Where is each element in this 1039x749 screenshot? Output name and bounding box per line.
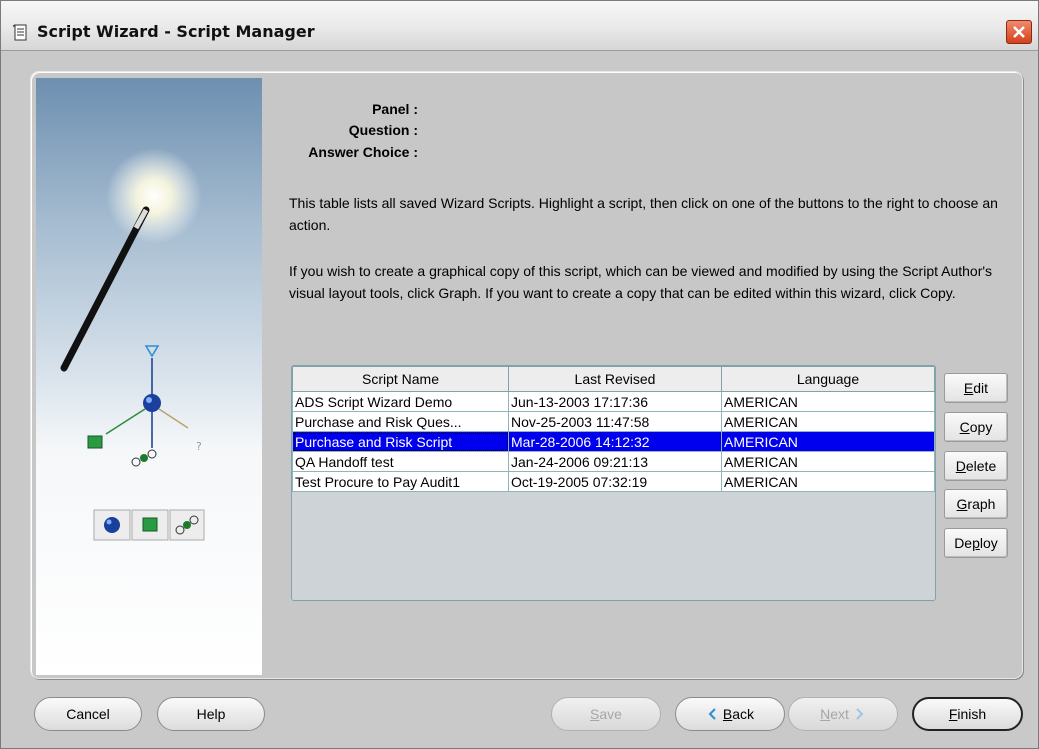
cancel-button[interactable]: Cancel [34,697,142,731]
cell-script-name[interactable]: Purchase and Risk Ques... [292,411,509,432]
table-header-row: Script Name Last Revised Language [292,366,935,392]
back-button[interactable]: Back [675,697,785,731]
column-header-language[interactable]: Language [721,366,935,392]
table-row[interactable]: Purchase and Risk Ques... Nov-25-2003 11… [292,411,935,432]
back-mnemonic: B [722,706,733,722]
save-button[interactable]: Save [551,697,661,731]
script-wizard-window: Script Wizard - Script Manager ? Panel:… [0,0,1039,749]
answer-choice-label: Answer Choice : [308,144,418,160]
graph-label-rest: raph [967,496,996,512]
help-button[interactable]: Help [157,697,265,731]
deploy-label-rest: loy [979,535,998,551]
column-header-script-name[interactable]: Script Name [292,366,509,392]
copy-mnemonic: C [959,419,970,435]
copy-label-rest: opy [969,419,993,435]
cell-language[interactable]: AMERICAN [721,431,935,452]
copy-button[interactable]: Copy [944,412,1008,442]
save-label-rest: ave [599,706,622,722]
cell-last-revised[interactable]: Mar-28-2006 14:12:32 [508,431,722,452]
cell-script-name[interactable]: Purchase and Risk Script [292,431,509,452]
graph-button[interactable]: Graph [944,489,1008,519]
next-label-rest: ext [830,706,849,722]
panel-label: Panel : [372,101,418,117]
table-row[interactable]: ADS Script Wizard Demo Jun-13-2003 17:17… [292,391,935,412]
instructions-paragraph-2: If you wish to create a graphical copy o… [289,263,993,301]
close-icon [1013,26,1025,38]
cell-script-name[interactable]: QA Handoff test [292,451,509,472]
cell-last-revised[interactable]: Oct-19-2005 07:32:19 [508,471,722,492]
cell-language[interactable]: AMERICAN [721,451,935,472]
delete-label-rest: elete [965,458,997,474]
save-mnemonic: S [590,706,600,722]
svg-text:?: ? [196,440,202,453]
edit-label-rest: dit [973,380,989,396]
table-row-selected[interactable]: Purchase and Risk Script Mar-28-2006 14:… [292,431,935,452]
delete-mnemonic: D [955,458,966,474]
script-document-icon [13,24,27,41]
cell-script-name[interactable]: ADS Script Wizard Demo [292,391,509,412]
edit-mnemonic: E [963,380,974,396]
cell-last-revised[interactable]: Jan-24-2006 09:21:13 [508,451,722,472]
delete-button[interactable]: Delete [944,451,1008,481]
back-label-rest: ack [732,706,755,722]
finish-mnemonic: F [948,706,958,722]
chevron-left-icon [708,708,716,720]
close-button[interactable] [1006,20,1032,44]
wizard-illustration: ? [36,78,262,675]
magic-wand-illustration: ? [60,148,205,541]
instructions-paragraph-1: This table lists all saved Wizard Script… [289,195,998,233]
chevron-right-icon [856,708,864,720]
question-label: Question : [348,122,418,138]
cell-language[interactable]: AMERICAN [721,391,935,412]
graph-mnemonic: G [956,496,968,512]
deploy-button[interactable]: De p loy [944,528,1008,558]
edit-button[interactable]: Edit [944,373,1008,403]
table-row[interactable]: Test Procure to Pay Audit1 Oct-19-2005 0… [292,471,935,492]
finish-label-rest: inish [957,706,987,722]
column-header-last-revised[interactable]: Last Revised [508,366,722,392]
next-button[interactable]: Next [788,697,898,731]
finish-button[interactable]: Finish [912,697,1023,731]
help-label: Help [196,706,226,722]
cell-last-revised[interactable]: Nov-25-2003 11:47:58 [508,411,722,432]
cell-script-name[interactable]: Test Procure to Pay Audit1 [292,471,509,492]
scripts-table[interactable]: Script Name Last Revised Language ADS Sc… [291,365,936,601]
table-row[interactable]: QA Handoff test Jan-24-2006 09:21:13 AME… [292,451,935,472]
title-bar[interactable]: Script Wizard - Script Manager [1,1,1038,51]
cell-language[interactable]: AMERICAN [721,471,935,492]
cancel-label: Cancel [66,706,110,722]
cell-language[interactable]: AMERICAN [721,411,935,432]
cell-last-revised[interactable]: Jun-13-2003 17:17:36 [508,391,722,412]
deploy-mnemonic: p [972,535,980,551]
window-title: Script Wizard - Script Manager [37,22,315,41]
deploy-label-pre: De [954,535,973,551]
next-mnemonic: N [820,706,831,722]
